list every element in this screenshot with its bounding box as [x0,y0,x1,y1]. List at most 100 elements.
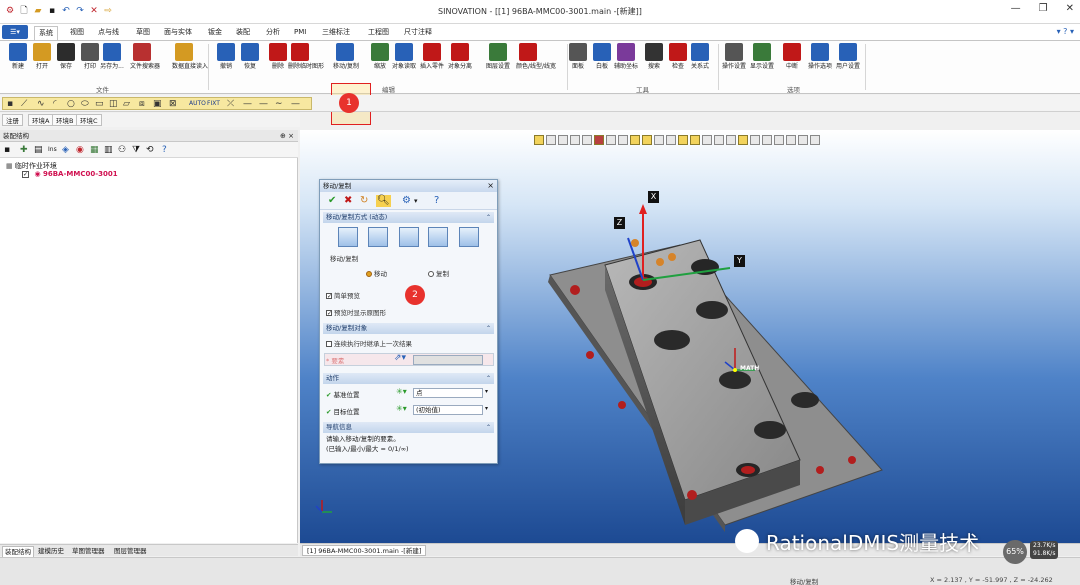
display-settings-button[interactable]: 显示设置 [750,43,774,83]
tab-3d-annotation[interactable]: 三维标注 [318,26,354,40]
section-nav[interactable]: 导航信息 ⌃ [323,422,494,433]
aux-coord-button[interactable]: 辅助坐标 [614,43,638,83]
redo-button[interactable]: 恢复 [238,43,262,83]
tree-checkbox[interactable]: ✓ [22,170,29,178]
color-line-button[interactable]: 颜色/线型/线宽 [516,43,556,83]
mode-translate-icon[interactable] [338,227,358,247]
check-icon[interactable]: ✓ [326,293,332,300]
surface-snap-icon[interactable]: ⧈ [139,98,145,110]
dropdown-icon[interactable]: ▾ [485,405,488,412]
filter-icon[interactable]: ⧩ [132,144,140,156]
file-menu-button[interactable]: ☰▾ [2,25,28,39]
tab-drawing[interactable]: 工程图 [364,26,393,40]
tab-analysis[interactable]: 分析 [262,26,284,40]
face-snap-icon[interactable]: ⊠ [169,98,177,110]
delete-button[interactable]: 删除 [266,43,290,83]
mode-align-icon[interactable] [459,227,479,247]
circle-snap-icon[interactable]: ○ [67,98,75,110]
document-tab[interactable]: [1] 96BA-MMC00-3001.main -[新建] [302,545,427,556]
whiteboard-button[interactable]: 白板 [590,43,614,83]
env-tab-b[interactable]: 环境B [52,114,78,126]
env-tab-a[interactable]: 环境A [28,114,54,126]
radio-move[interactable]: 移动 [366,268,387,278]
settings-gear-icon[interactable]: ⚙ [402,195,411,207]
layer-button[interactable]: 图层设置 [486,43,510,83]
binoculars-icon[interactable]: ⚇ [118,144,126,156]
delete-temp-button[interactable]: 删除临时图形 [288,43,324,83]
tab-sketch[interactable]: 草图 [132,26,154,40]
maximize-button[interactable]: ❐ [1039,3,1048,14]
point-snap-icon[interactable]: ▪ [7,98,13,110]
plane-snap-icon[interactable]: ▱ [123,98,130,110]
part-icon[interactable]: ◉ [76,144,84,156]
dash-line-icon[interactable]: — [243,98,252,110]
collapse-chevron-icon[interactable]: ⌃ [486,212,491,223]
tab-dimension[interactable]: 尺寸注释 [400,26,436,40]
cancel-x-icon[interactable]: ✖ [344,195,352,207]
env-tab-c[interactable]: 环境C [76,114,102,126]
search-binoculars-button[interactable]: 搜索 [642,43,666,83]
object-read-button[interactable]: 对象读取 [392,43,416,83]
tab-sheet-metal[interactable]: 钣金 [204,26,226,40]
save-button[interactable]: 保存 [54,43,78,83]
rect-snap-icon[interactable]: ▭ [95,98,104,110]
collapse-chevron-icon[interactable]: ⌃ [486,422,491,433]
mode-rotate-icon[interactable] [399,227,419,247]
radio-copy-dot[interactable] [428,271,434,277]
chevron-down-icon[interactable]: ▾ [414,195,418,207]
undo-button[interactable]: 撤销 [214,43,238,83]
save-as-button[interactable]: 另存为... [100,43,124,83]
file-search-button[interactable]: 文件搜索器 [130,43,160,83]
expand-icon[interactable]: ✚ [20,144,28,156]
section-action[interactable]: 动作 ⌃ [323,373,494,384]
preview-search-icon[interactable]: 🔍︎ [376,195,391,207]
checkbox-inherit[interactable]: 连续执行时继承上一次结果 [326,338,412,348]
user-settings-button[interactable]: 用户设置 [836,43,860,83]
help-icon[interactable]: ? [162,144,167,156]
ellipse-snap-icon[interactable]: ⬭ [81,98,89,110]
move-copy-button[interactable]: 移动/复制 [333,43,359,83]
radio-copy[interactable]: 复制 [428,268,449,278]
pick-arrow-icon[interactable]: ⇗▾ [394,353,406,363]
refresh-icon[interactable]: ⟲ [146,144,154,156]
tab-model-history[interactable]: 建模历史 [36,546,66,556]
scale-button[interactable]: 缩放 [368,43,392,83]
dash-line-2-icon[interactable]: — [259,98,268,110]
collapse-chevron-icon[interactable]: ⌃ [486,373,491,384]
panel-button[interactable]: 面板 [566,43,590,83]
snap-point-icon[interactable]: ✳▾ [396,404,407,413]
minimize-button[interactable]: — [1011,3,1021,14]
env-tab-register[interactable]: 注册 [2,114,23,126]
tab-system[interactable]: 系统 [34,26,58,40]
solid-snap-icon[interactable]: ▣ [153,98,162,110]
tab-sketch-manager[interactable]: 草图管理器 [70,546,107,556]
close-button[interactable]: ✕ [1066,3,1074,14]
assembly-icon[interactable]: ◈ [62,144,69,156]
tab-surface-solid[interactable]: 面与实体 [160,26,196,40]
element-input[interactable] [413,355,483,365]
section-mode[interactable]: 移动/复制方式 (动态) ⌃ [323,212,494,223]
op-options-button[interactable]: 操作选项 [808,43,832,83]
ins-icon[interactable]: Ins [48,144,57,156]
help-icon[interactable]: ▾ ? ▾ [1057,27,1074,36]
checkbox-show-original[interactable]: ✓ 预览时显示原图形 [326,307,386,317]
stop-button[interactable]: 中断 [780,43,804,83]
check-icon[interactable]: ✓ [326,310,332,317]
check-button[interactable]: 检查 [666,43,690,83]
tab-layer-manager[interactable]: 图层管理器 [112,546,149,556]
ok-check-icon[interactable]: ✔ [328,195,336,207]
mode-move-icon[interactable] [368,227,388,247]
tab-point-line[interactable]: 点与线 [94,26,123,40]
grid-icon[interactable]: ▥ [104,144,113,156]
tab-pmi[interactable]: PMI [290,26,310,40]
curve-snap-icon[interactable]: ∿ [37,98,45,110]
wave-line-icon[interactable]: ∼ [275,98,283,110]
component-icon[interactable]: ▦ [90,144,99,156]
mode-mirror-icon[interactable] [428,227,448,247]
radio-move-dot[interactable] [366,271,372,277]
insert-part-button[interactable]: 插入零件 [420,43,444,83]
box-snap-icon[interactable]: ◫ [109,98,118,110]
dialog-close-icon[interactable]: × [487,180,494,192]
fixed-button[interactable]: FIXT [207,98,220,110]
tab-view[interactable]: 视图 [66,26,88,40]
